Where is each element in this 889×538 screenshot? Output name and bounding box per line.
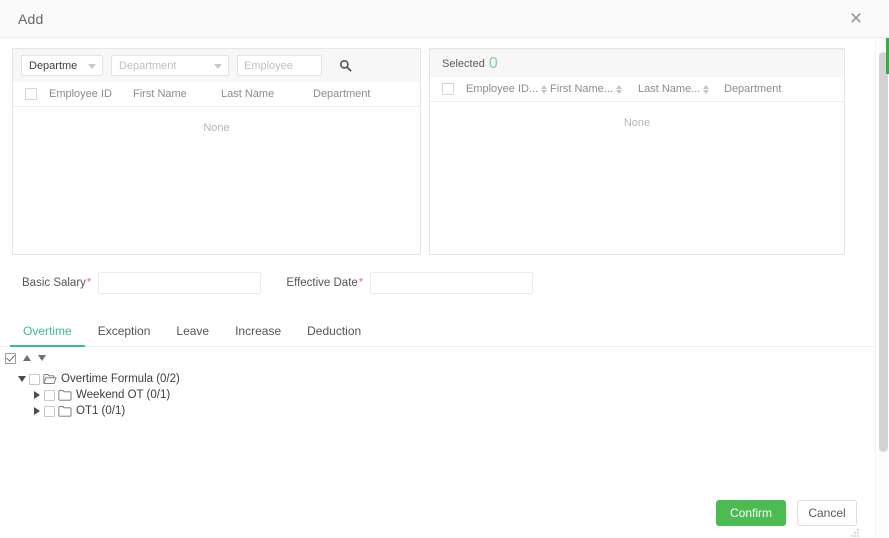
dialog-body: Departme Department Employee Employee ID… [0, 38, 889, 538]
tree-node[interactable]: OT1 (0/1) [0, 403, 875, 419]
selected-col-last-name-label: Last Name... [638, 83, 701, 95]
selected-col-employee-id[interactable]: Employee ID... [466, 83, 550, 95]
selected-col-department[interactable]: Department [724, 83, 781, 95]
tab-leave[interactable]: Leave [163, 324, 222, 346]
source-select-all-checkbox[interactable] [25, 88, 37, 100]
resize-grip[interactable] [850, 528, 859, 537]
dialog-titlebar: Add ✕ [0, 0, 889, 38]
selected-panel: Selected 0 Employee ID... First Name... [429, 48, 845, 255]
effective-date-label: Effective Date* [286, 277, 364, 289]
employee-search-input[interactable] [237, 55, 322, 76]
selected-col-first-name[interactable]: First Name... [550, 83, 638, 95]
chevron-down-icon [214, 63, 222, 69]
source-panel: Departme Department Employee Employee ID… [12, 48, 421, 255]
source-col-last-name-label: Last Name [221, 88, 275, 100]
expand-all-chevron-down-icon[interactable] [38, 355, 46, 361]
selected-select-all-checkbox[interactable] [442, 83, 454, 95]
source-col-employee-id-label: Employee ID [49, 88, 112, 100]
effective-date-field: Effective Date* [286, 272, 534, 294]
dialog-content: Departme Department Employee Employee ID… [0, 38, 875, 538]
close-icon[interactable]: ✕ [843, 6, 869, 32]
tree-node-checkbox[interactable] [44, 405, 55, 417]
tab-increase[interactable]: Increase [222, 324, 294, 346]
transfer-panels: Departme Department Employee Employee ID… [0, 38, 875, 255]
department-type-select[interactable]: Departme [21, 55, 103, 76]
source-col-first-name[interactable]: First Name [133, 88, 221, 100]
scrollbar-thumb[interactable] [879, 52, 888, 452]
selected-col-last-name[interactable]: Last Name... [638, 83, 724, 95]
sort-icon[interactable] [615, 84, 622, 94]
required-mark: * [86, 277, 92, 289]
chevron-down-icon [88, 63, 96, 69]
select-all-checkbox-icon[interactable] [5, 352, 16, 364]
tree-node[interactable]: Overtime Formula (0/2) [0, 371, 875, 387]
source-table-header: Employee ID First Name Last Name Departm… [13, 82, 420, 107]
selected-header: Selected 0 [430, 49, 844, 77]
confirm-button[interactable]: Confirm [716, 500, 786, 526]
effective-date-input[interactable] [370, 272, 534, 294]
source-filter-toolbar: Departme Department [13, 49, 420, 82]
chevron-right-icon[interactable] [30, 407, 43, 415]
selected-count: 0 [488, 54, 498, 72]
tab-overtime[interactable]: Overtime [10, 324, 85, 347]
selected-col-first-name-label: First Name... [550, 83, 613, 95]
search-icon[interactable] [334, 55, 356, 76]
tab-deduction[interactable]: Deduction [294, 324, 374, 346]
source-select-all-cell [13, 88, 49, 100]
basic-salary-label: Basic Salary* [22, 277, 92, 289]
dialog-footer: Confirm Cancel [716, 500, 857, 526]
selected-select-all-cell [430, 83, 466, 95]
source-col-department-label: Department [313, 88, 371, 100]
department-select[interactable]: Department [111, 55, 229, 76]
department-select-value: Department [119, 59, 177, 72]
sort-icon[interactable] [541, 84, 548, 94]
sort-icon[interactable] [703, 84, 710, 94]
category-tabs: Overtime Exception Leave Increase Deduct… [0, 316, 875, 347]
required-mark: * [358, 277, 364, 289]
selected-empty-text: None [623, 117, 651, 129]
vertical-scrollbar[interactable] [875, 38, 889, 538]
collapse-all-chevron-up-icon[interactable] [23, 355, 31, 361]
cancel-button[interactable]: Cancel [797, 500, 857, 526]
overtime-formula-tree: Overtime Formula (0/2) Weekend OT (0/1) [0, 364, 875, 419]
source-col-department[interactable]: Department [313, 88, 370, 100]
tree-toolbar [0, 347, 875, 364]
chevron-right-icon[interactable] [30, 391, 43, 399]
selected-col-department-label: Department [724, 83, 782, 95]
add-dialog: Add ✕ Departme Department Employee Emplo… [0, 0, 889, 538]
selected-table-body: None [430, 102, 844, 254]
source-col-last-name[interactable]: Last Name [221, 88, 313, 100]
tree-node-checkbox[interactable] [29, 373, 40, 385]
salary-form-row: Basic Salary* Effective Date* [0, 255, 875, 294]
source-table-body: None [13, 107, 420, 254]
tree-node-label: Overtime Formula (0/2) [61, 373, 180, 385]
source-empty-text: None [203, 122, 230, 134]
dialog-title: Add [18, 10, 44, 27]
tree-node-checkbox[interactable] [44, 389, 55, 401]
folder-open-icon [43, 373, 57, 385]
folder-icon [58, 405, 72, 417]
tree-node-label: Weekend OT (0/1) [76, 389, 171, 401]
basic-salary-field: Basic Salary* [22, 272, 262, 294]
source-col-employee-id[interactable]: Employee ID [49, 88, 133, 100]
chevron-down-icon[interactable] [15, 376, 28, 382]
source-col-first-name-label: First Name [133, 88, 187, 100]
selected-label: Selected [442, 57, 485, 70]
selected-col-employee-id-label: Employee ID... [466, 83, 539, 95]
basic-salary-input[interactable] [98, 272, 262, 294]
tab-exception[interactable]: Exception [85, 324, 164, 346]
folder-icon [58, 389, 72, 401]
tree-node-label: OT1 (0/1) [76, 405, 126, 417]
selected-table-header: Employee ID... First Name... Last Name..… [430, 77, 844, 102]
department-type-select-value: Departme [29, 59, 78, 72]
tree-node[interactable]: Weekend OT (0/1) [0, 387, 875, 403]
